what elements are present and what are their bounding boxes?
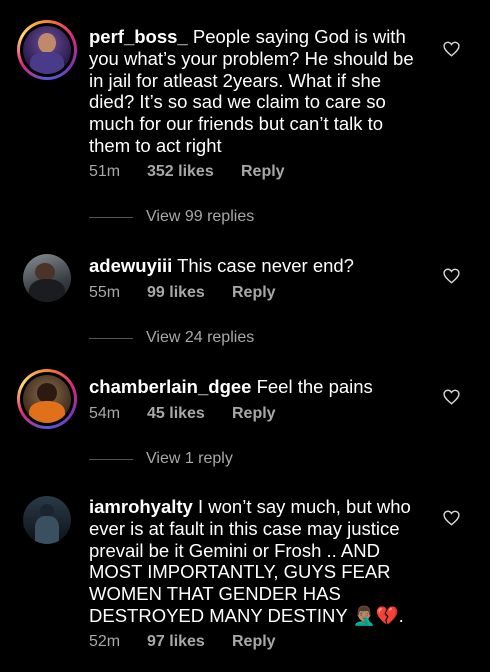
reply-button[interactable]: Reply (232, 633, 276, 651)
view-replies-label: View 99 replies (146, 208, 255, 225)
comment-time: 52m (89, 633, 121, 650)
comment-username[interactable]: chamberlain_dgee (89, 376, 251, 397)
comment-text: adewuyiii This case never end? (89, 255, 429, 277)
reply-button[interactable]: Reply (232, 284, 276, 302)
heart-outline-icon[interactable] (443, 41, 460, 57)
avatar[interactable] (17, 490, 77, 550)
divider (89, 216, 133, 218)
comment-time: 51m (89, 163, 121, 180)
comment-body: Feel the pains (256, 376, 373, 397)
comment-text: iamrohyalty I won’t say much, but who ev… (89, 496, 429, 627)
comment-time: 54m (89, 405, 121, 422)
view-replies-button[interactable]: View 24 replies (89, 329, 254, 347)
comment-likes[interactable]: 99 likes (147, 284, 232, 302)
heart-outline-icon[interactable] (443, 268, 460, 284)
reply-button[interactable]: Reply (232, 405, 276, 423)
comment-likes[interactable]: 352 likes (147, 163, 241, 181)
avatar[interactable] (17, 369, 77, 429)
comment-meta: 52m 97 likes Reply (89, 633, 276, 651)
heart-outline-icon[interactable] (443, 389, 460, 405)
comment-text: chamberlain_dgee Feel the pains (89, 376, 429, 398)
view-replies-button[interactable]: View 99 replies (89, 208, 254, 226)
comment-text: perf_boss_ People saying God is with you… (89, 26, 429, 157)
comment-time: 55m (89, 284, 121, 301)
comment-meta: 51m 352 likes Reply (89, 163, 285, 181)
view-replies-label: View 24 replies (146, 329, 255, 346)
comment-likes[interactable]: 45 likes (147, 405, 232, 423)
reply-button[interactable]: Reply (241, 163, 285, 181)
heart-outline-icon[interactable] (443, 510, 460, 526)
avatar[interactable] (17, 20, 77, 80)
divider (89, 337, 133, 339)
comment-body: This case never end? (177, 255, 354, 276)
comment-likes[interactable]: 97 likes (147, 633, 232, 651)
comment-meta: 55m 99 likes Reply (89, 284, 276, 302)
view-replies-button[interactable]: View 1 reply (89, 450, 233, 468)
divider (89, 458, 133, 460)
view-replies-label: View 1 reply (146, 450, 233, 467)
comment-username[interactable]: perf_boss_ (89, 26, 188, 47)
avatar[interactable] (17, 248, 77, 308)
comment-username[interactable]: adewuyiii (89, 255, 172, 276)
comment-username[interactable]: iamrohyalty (89, 496, 193, 517)
comment-meta: 54m 45 likes Reply (89, 405, 276, 423)
